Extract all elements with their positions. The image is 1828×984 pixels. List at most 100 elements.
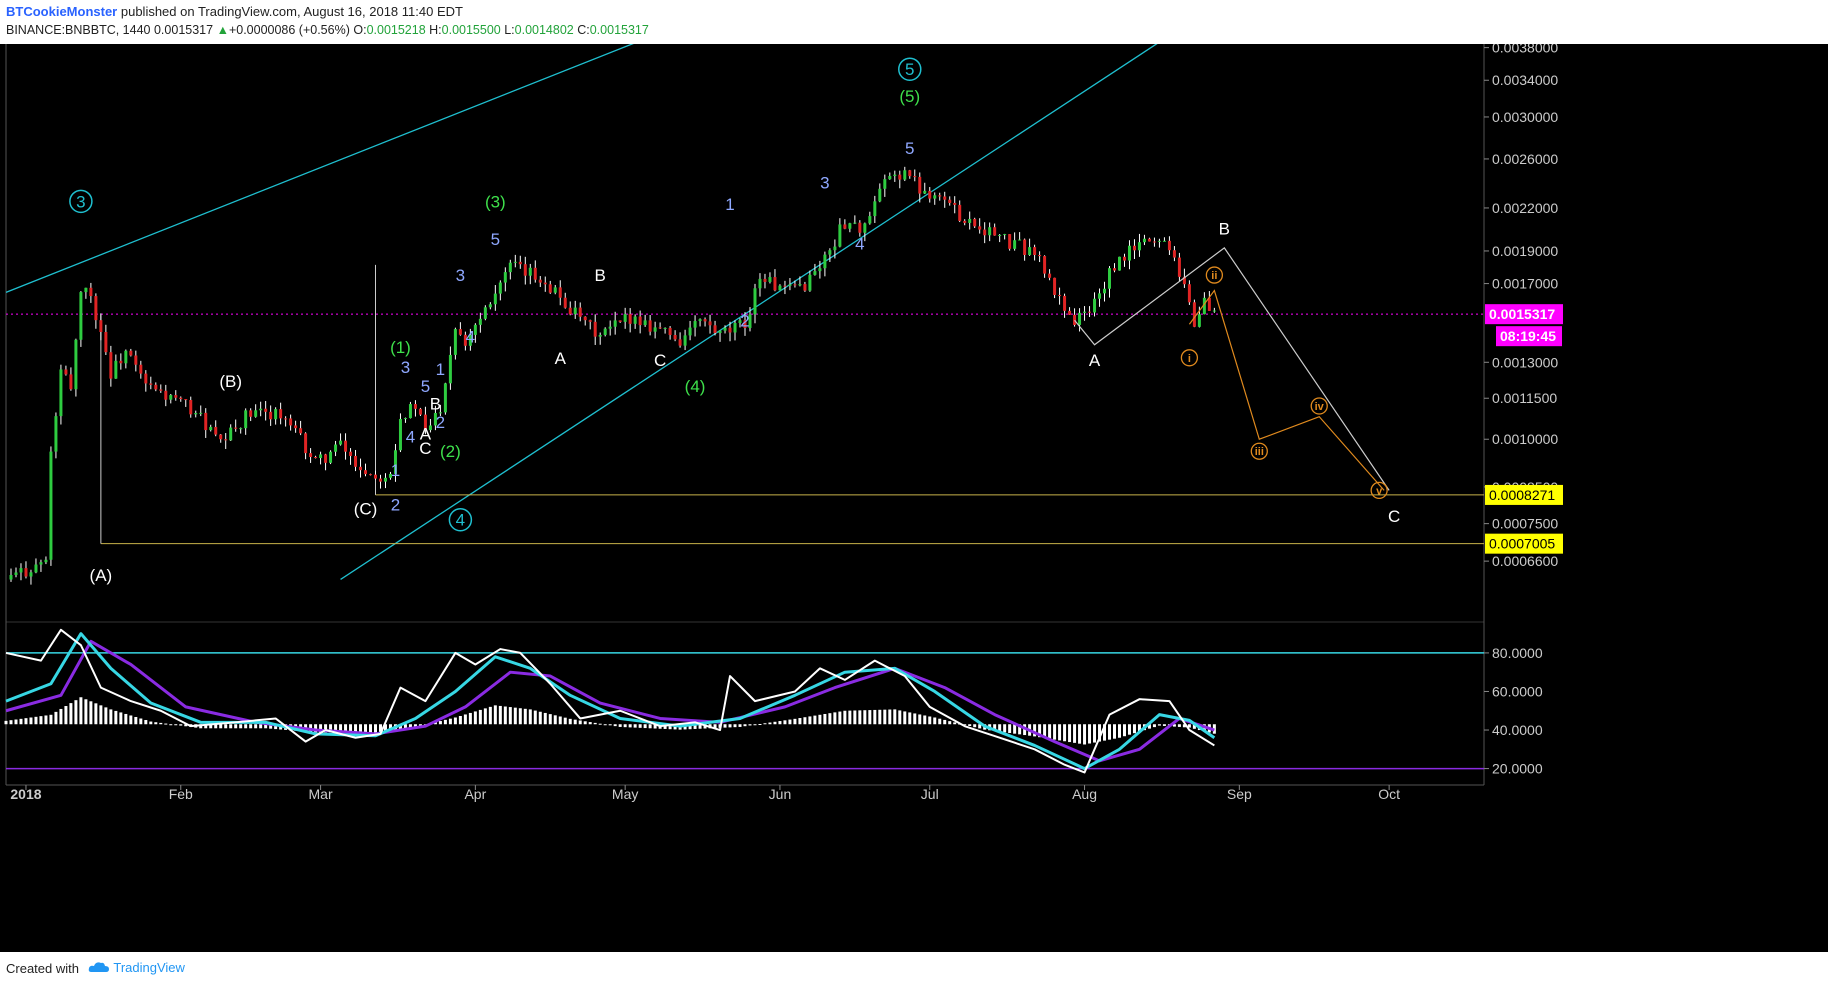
candle: [59, 364, 63, 425]
histogram-bar: [443, 719, 447, 725]
chart-header: BTCookieMonster published on TradingView…: [0, 0, 1828, 44]
candle-body: [673, 334, 677, 340]
price-chart[interactable]: 0.0038000 0.0034000 0.0030000 0.0026000 0.00…: [0, 44, 1828, 952]
histogram-bar: [234, 724, 238, 729]
histogram-bar: [1127, 724, 1131, 735]
histogram-bar: [863, 710, 867, 725]
last-price-tag-label: 0.0015317: [1489, 306, 1555, 322]
candle-body: [813, 271, 817, 275]
histogram-bar: [563, 717, 567, 725]
candle-body: [503, 272, 507, 283]
wave-label: A: [555, 349, 567, 368]
histogram-bar: [858, 710, 862, 725]
histogram-bar: [533, 710, 537, 725]
histogram-bar: [893, 709, 897, 725]
histogram-bar: [4, 720, 8, 725]
candle: [483, 305, 487, 321]
candle-body: [668, 327, 672, 335]
author-link[interactable]: BTCookieMonster: [6, 4, 117, 19]
histogram-bar: [1008, 724, 1012, 734]
candle-body: [863, 223, 867, 233]
histogram-bar: [493, 705, 497, 725]
candle-body: [903, 170, 907, 180]
candle-body: [958, 204, 962, 221]
time-tick-label: May: [612, 786, 638, 802]
candle-body: [1078, 312, 1082, 325]
candle-body: [174, 395, 178, 398]
candle-body: [893, 174, 897, 176]
candle-body: [713, 325, 717, 334]
candle-body: [1127, 245, 1131, 261]
histogram-bar: [973, 724, 977, 728]
histogram-bar: [738, 724, 742, 727]
price-tick-label: 0.0034000: [1492, 72, 1558, 88]
histogram-bar: [24, 718, 28, 725]
price-tick-label: 0.0007500: [1492, 516, 1558, 532]
candle-body: [458, 329, 462, 335]
histogram-bar: [438, 721, 442, 725]
histogram-bar: [179, 724, 183, 726]
wave-label: 4: [456, 511, 465, 530]
candle-body: [873, 201, 877, 217]
candle-body: [1122, 256, 1126, 261]
price-change: +0.0000086 (+0.56%): [228, 23, 350, 37]
candle-body: [663, 327, 667, 329]
histogram-bar: [174, 724, 178, 726]
candle-body: [898, 174, 902, 180]
candle-body: [309, 453, 313, 458]
histogram-bar: [513, 707, 517, 725]
price-tick-label: 0.0017000: [1492, 276, 1558, 292]
histogram-bar: [933, 717, 937, 725]
wave-label: v: [1376, 485, 1383, 497]
histogram-bar: [1083, 724, 1087, 745]
candle-body: [144, 373, 148, 384]
indicator-tick-label: 40.0000: [1492, 722, 1543, 738]
tradingview-brand: TradingView: [113, 960, 185, 975]
tradingview-logo[interactable]: TradingView: [88, 960, 185, 975]
histogram-bar: [538, 711, 542, 725]
candle: [74, 338, 78, 397]
candle-body: [169, 395, 173, 400]
high-label: H:: [429, 23, 442, 37]
histogram-bar: [239, 724, 243, 729]
candle-body: [1152, 241, 1156, 243]
histogram-bar: [458, 715, 462, 725]
histogram-bar: [69, 703, 73, 725]
histogram-bar: [369, 724, 373, 733]
histogram-bar: [1117, 724, 1121, 738]
time-tick-label: Aug: [1072, 786, 1097, 802]
wave-label: 3: [76, 192, 85, 211]
candle-body: [274, 409, 278, 420]
histogram-bar: [224, 724, 228, 729]
candle-body: [49, 451, 53, 560]
open-label: O:: [353, 23, 367, 37]
histogram-bar: [558, 716, 562, 725]
wave-label: B: [595, 266, 606, 285]
histogram-bar: [1088, 724, 1092, 744]
wave-label: 3: [401, 358, 410, 377]
candle-body: [1132, 245, 1136, 251]
publish-line: BTCookieMonster published on TradingView…: [6, 4, 463, 19]
wave-label: 1: [725, 195, 734, 214]
candle-body: [478, 318, 482, 325]
candle-body: [983, 229, 987, 236]
histogram-bar: [763, 723, 767, 725]
histogram-bar: [1078, 724, 1082, 744]
histogram-bar: [818, 714, 822, 725]
candle-body: [324, 454, 328, 463]
histogram-bar: [783, 720, 787, 725]
histogram-bar: [39, 716, 43, 725]
histogram-bar: [1177, 724, 1181, 727]
histogram-bar: [488, 706, 492, 725]
candle-body: [1212, 310, 1216, 312]
histogram-bar: [1053, 724, 1057, 740]
candle-body: [523, 264, 527, 276]
candle-body: [568, 307, 572, 315]
price-tick-label: 0.0026000: [1492, 151, 1558, 167]
histogram-bar: [508, 707, 512, 725]
candle-body: [978, 226, 982, 230]
candle-body: [334, 444, 338, 452]
indicator-tick-label: 20.0000: [1492, 761, 1543, 777]
histogram-bar: [553, 715, 557, 725]
wave-label: (A): [90, 566, 113, 585]
